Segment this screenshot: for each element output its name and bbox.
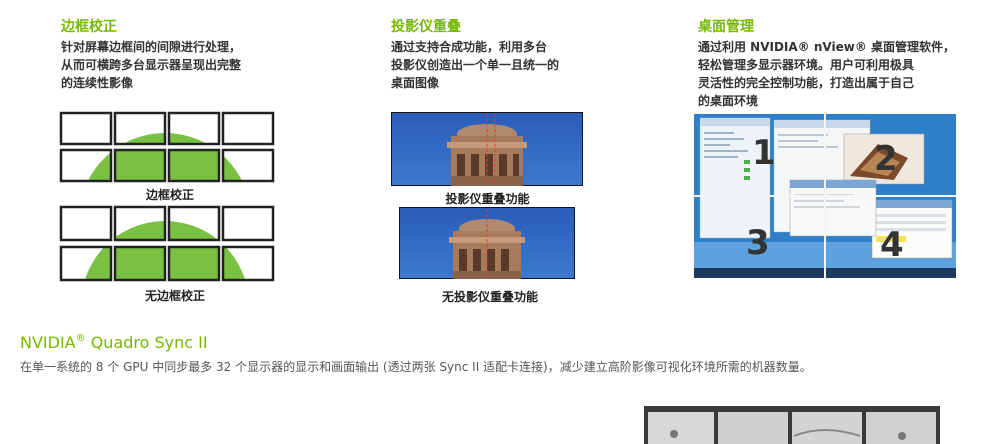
- feature-projector-overlap: 投影仪重叠 通过支持合成功能，利用多台 投影仪创造出一个单一且统一的 桌面图像: [391, 18, 559, 92]
- feature-description: 针对屏幕边框间的间隙进行处理， 从而可横跨多台显示器呈现出完整 的连续性影像: [61, 40, 242, 90]
- feature-description: 通过利用 NVIDIA® nView® 桌面管理软件， 轻松管理多显示器环境。用…: [698, 40, 955, 108]
- quadrant-number-3: 3: [746, 223, 770, 263]
- sync-section-title: NVIDIA® Quadro Sync II: [20, 333, 208, 352]
- caption-no-bezel-correction: 无边框校正: [144, 289, 205, 303]
- quadrant-number-2: 2: [874, 139, 898, 179]
- caption-no-overlap: 无投影仪重叠功能: [441, 290, 538, 304]
- registered-mark: ®: [75, 333, 86, 344]
- sync-section-description: 在单一系统的 8 个 GPU 中同步最多 32 个显示器的显示和画面输出 (透过…: [20, 360, 812, 374]
- no-projector-overlap-image: [399, 207, 575, 279]
- feature-title: 桌面管理: [698, 19, 754, 35]
- feature-description: 通过支持合成功能，利用多台 投影仪创造出一个单一且统一的 桌面图像: [391, 40, 560, 90]
- projector-overlap-image: [391, 112, 583, 186]
- feature-desktop-management: 桌面管理 通过利用 NVIDIA® nView® 桌面管理软件， 轻松管理多显示…: [698, 18, 955, 110]
- caption-bezel-corrected: 边框校正: [145, 188, 194, 202]
- feature-bezel-correction: 边框校正 针对屏幕边框间的间隙进行处理， 从而可横跨多台显示器呈现出完整 的连续…: [61, 18, 241, 92]
- quadrant-number-1: 1: [752, 133, 776, 173]
- quadrant-number-4: 4: [880, 225, 904, 265]
- caption-overlap: 投影仪重叠功能: [445, 192, 530, 206]
- sync-title-product: Quadro Sync II: [85, 333, 208, 352]
- video-wall-photo: [644, 406, 940, 444]
- feature-title: 投影仪重叠: [391, 19, 461, 35]
- sync-title-brand: NVIDIA: [20, 333, 76, 352]
- desktop-management-screenshot: 1 2 3 4: [694, 114, 956, 278]
- no-bezel-correction-illustration: [59, 205, 277, 283]
- bezel-corrected-illustration: [59, 111, 277, 185]
- feature-title: 边框校正: [61, 19, 117, 35]
